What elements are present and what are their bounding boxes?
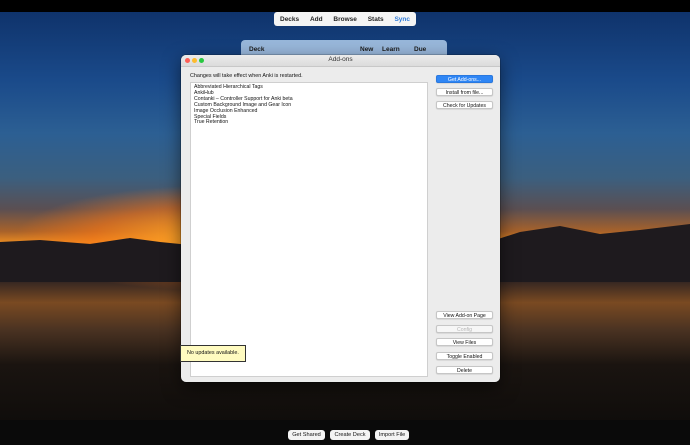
toolbar-add[interactable]: Add bbox=[310, 16, 323, 23]
check-updates-button[interactable]: Check for Updates bbox=[436, 101, 493, 109]
view-files-button[interactable]: View Files bbox=[436, 338, 493, 346]
create-deck-button[interactable]: Create Deck bbox=[330, 430, 370, 440]
column-deck: Deck bbox=[249, 46, 265, 53]
install-from-file-button[interactable]: Install from file... bbox=[436, 88, 493, 96]
view-addon-page-button[interactable]: View Add-on Page bbox=[436, 311, 493, 319]
toolbar-browse[interactable]: Browse bbox=[333, 16, 356, 23]
toolbar-decks[interactable]: Decks bbox=[280, 16, 299, 23]
import-file-button[interactable]: Import File bbox=[375, 430, 409, 440]
column-learn: Learn bbox=[382, 46, 400, 53]
update-status-tooltip: No updates available. bbox=[180, 345, 246, 362]
toggle-enabled-button[interactable]: Toggle Enabled bbox=[436, 352, 493, 360]
toolbar-sync[interactable]: Sync bbox=[394, 16, 410, 23]
delete-button[interactable]: Delete bbox=[436, 366, 493, 374]
restart-notice: Changes will take effect when Anki is re… bbox=[190, 73, 303, 79]
addon-list[interactable]: Abbreviated Hierarchical Tags AnkiHub Co… bbox=[190, 82, 428, 377]
column-new: New bbox=[360, 46, 374, 53]
window-titlebar[interactable]: Add-ons bbox=[181, 55, 500, 67]
addon-list-item[interactable]: True Retention bbox=[193, 120, 425, 126]
config-button[interactable]: Config bbox=[436, 325, 493, 333]
toolbar-stats[interactable]: Stats bbox=[368, 16, 384, 23]
window-title: Add-ons bbox=[328, 56, 353, 63]
column-due: Due bbox=[414, 46, 427, 53]
get-addons-button[interactable]: Get Add-ons... bbox=[436, 75, 493, 83]
top-dark-strip bbox=[0, 0, 690, 12]
get-shared-button[interactable]: Get Shared bbox=[288, 430, 325, 440]
main-toolbar: Decks Add Browse Stats Sync bbox=[274, 12, 416, 26]
addons-window: Add-ons Changes will take effect when An… bbox=[181, 55, 500, 382]
